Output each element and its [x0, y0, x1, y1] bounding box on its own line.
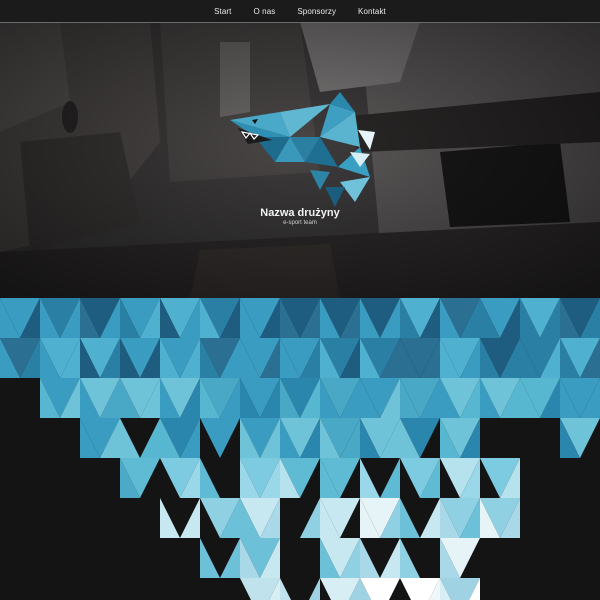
team-name-heading: Nazwa drużyny [260, 207, 340, 219]
pattern-triangle [380, 538, 400, 578]
pattern-triangle [309, 578, 320, 600]
nav-item-start[interactable]: Start [203, 7, 242, 16]
pattern-triangle [280, 578, 291, 600]
pattern-triangle [180, 498, 200, 538]
pattern-triangle [400, 498, 420, 538]
nav-item-kontakt[interactable]: Kontakt [347, 7, 397, 16]
pattern-triangle [120, 418, 140, 458]
team-subtitle: e-sport team [283, 220, 317, 226]
page: Start O nas Sponsorzy Kontakt Nazwa druż… [0, 0, 600, 600]
pattern-triangle [300, 498, 320, 538]
pattern-triangle [360, 458, 380, 498]
pattern-triangle [200, 418, 240, 458]
pattern-triangle [200, 458, 220, 498]
pattern-triangle [220, 538, 240, 578]
nav-list: Start O nas Sponsorzy Kontakt [0, 0, 600, 22]
pattern-triangle [160, 498, 180, 538]
pattern-triangle [360, 538, 380, 578]
pattern-triangle [400, 538, 420, 578]
pattern-triangle [140, 418, 160, 458]
pattern-triangle [380, 458, 400, 498]
pattern-triangle [200, 538, 220, 578]
nav-item-o-nas[interactable]: O nas [243, 7, 287, 16]
top-navigation: Start O nas Sponsorzy Kontakt [0, 0, 600, 23]
nav-item-sponsorzy[interactable]: Sponsorzy [286, 7, 347, 16]
hero-section: Nazwa drużyny e-sport team [0, 22, 600, 298]
team-logo-shark-icon [230, 92, 375, 207]
pattern-triangle [420, 498, 440, 538]
triangle-pattern-decoration [0, 298, 600, 600]
